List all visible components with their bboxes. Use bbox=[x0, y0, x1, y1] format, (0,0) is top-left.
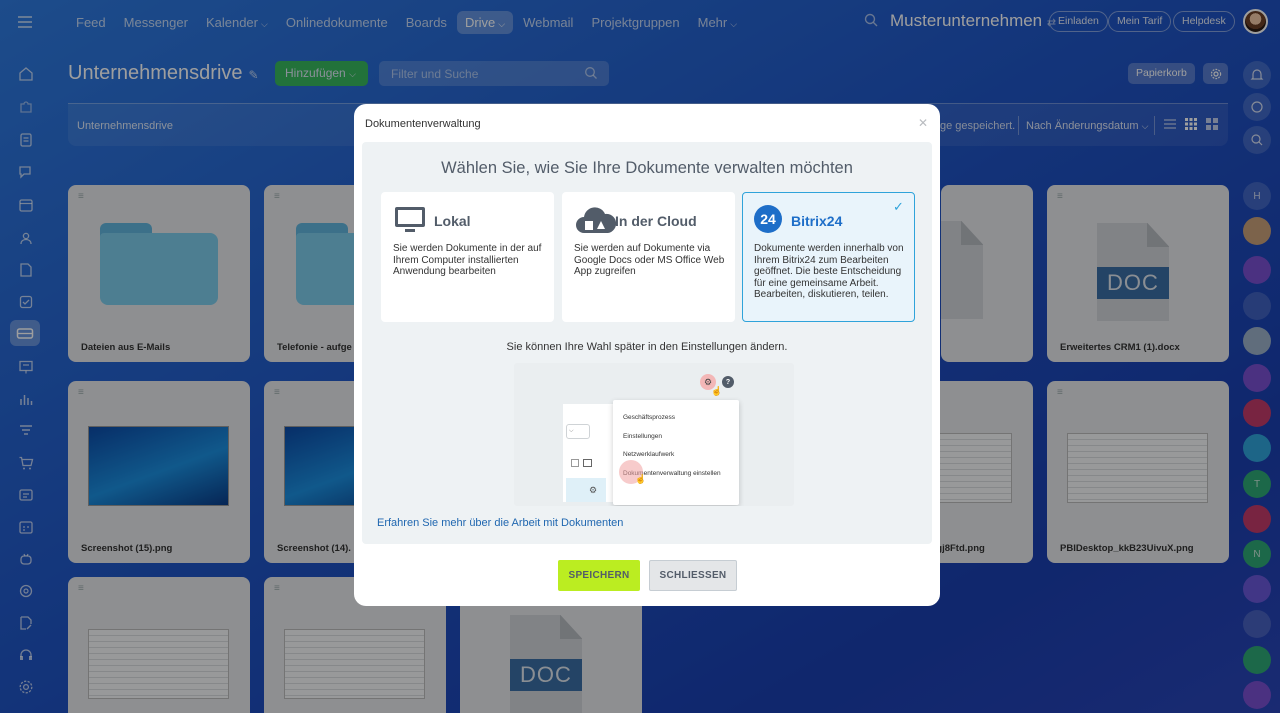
gear-icon: ⚙ bbox=[589, 485, 598, 495]
illustration-menu: Geschäftsprozess Einstellungen Netzwerkl… bbox=[613, 400, 739, 505]
illustration-grid-icon bbox=[583, 459, 592, 467]
hand-cursor-icon: ☝ bbox=[711, 386, 723, 396]
bitrix24-logo: 24 bbox=[754, 205, 782, 233]
option-title: Lokal bbox=[434, 213, 471, 229]
illustration-checkbox bbox=[571, 459, 579, 467]
bitrix24-badge: 24 bbox=[754, 205, 782, 233]
later-note: Sie können Ihre Wahl später in den Einst… bbox=[506, 341, 788, 353]
illustration-dropdown: ⌵ bbox=[566, 424, 590, 439]
dialog-body: Wählen Sie, wie Sie Ihre Dokumente verwa… bbox=[362, 142, 932, 544]
hand-cursor-icon: ☝ bbox=[635, 474, 647, 484]
option-description: Sie werden Dokumente in der auf Ihrem Co… bbox=[393, 243, 542, 277]
dialog-title: Dokumentenverwaltung bbox=[365, 118, 481, 130]
option-description: Dokumente werden innerhalb von Ihrem Bit… bbox=[754, 243, 904, 300]
dialog-heading: Wählen Sie, wie Sie Ihre Dokumente verwa… bbox=[441, 159, 853, 177]
illustration-highlight bbox=[566, 478, 606, 502]
option-title: Bitrix24 bbox=[791, 213, 843, 229]
document-management-dialog: Dokumentenverwaltung ✕ Wählen Sie, wie S… bbox=[354, 104, 940, 606]
option-bitrix24[interactable]: 24 Bitrix24 ✓ Dokumente werden innerhalb… bbox=[742, 192, 915, 322]
illustration-menu-item: Netzwerklaufwerk bbox=[623, 451, 675, 458]
save-button[interactable]: SPEICHERN bbox=[558, 560, 640, 591]
learn-more-link[interactable]: Erfahren Sie mehr über die Arbeit mit Do… bbox=[377, 517, 623, 529]
settings-illustration: ⌵ ⚙ Geschäftsprozess Einstellungen Netzw… bbox=[514, 363, 794, 506]
option-description: Sie werden auf Dokumente via Google Docs… bbox=[574, 243, 725, 277]
close-button[interactable]: SCHLIESSEN bbox=[649, 560, 737, 591]
option-cloud[interactable]: In der Cloud Sie werden auf Dokumente vi… bbox=[562, 192, 735, 322]
illustration-menu-item: Geschäftsprozess bbox=[623, 414, 676, 421]
help-icon: ? bbox=[722, 376, 734, 388]
option-local[interactable]: Lokal Sie werden Dokumente in der auf Ih… bbox=[381, 192, 554, 322]
cloud-icon bbox=[574, 205, 618, 242]
option-title: In der Cloud bbox=[615, 213, 697, 229]
illustration-menu-item: Einstellungen bbox=[623, 433, 663, 440]
check-icon: ✓ bbox=[893, 199, 904, 214]
close-icon[interactable]: ✕ bbox=[918, 116, 928, 130]
monitor-icon bbox=[393, 205, 427, 240]
